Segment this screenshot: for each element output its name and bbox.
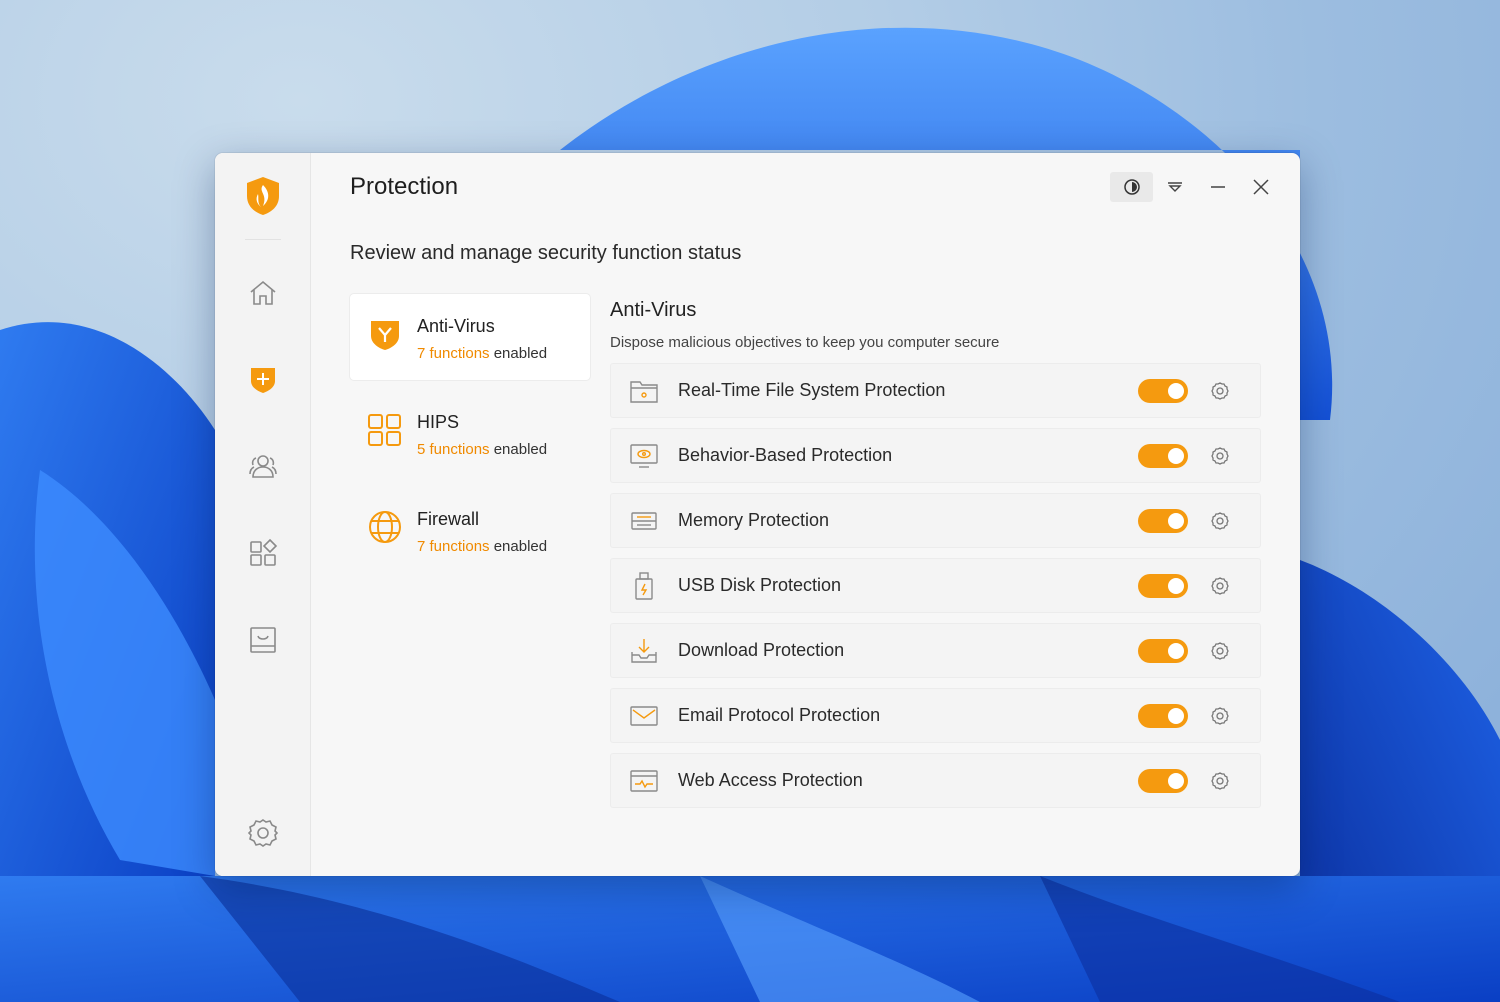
gear-icon[interactable] <box>1210 576 1230 596</box>
minimize-button[interactable] <box>1196 172 1239 202</box>
page-title: Protection <box>350 173 459 200</box>
category-count: 5 functions enabled <box>417 441 547 458</box>
category-count-suffix: enabled <box>493 345 548 362</box>
sidebar <box>215 153 311 876</box>
function-row-email: Email Protocol Protection <box>610 688 1261 743</box>
function-label: Behavior-Based Protection <box>678 445 893 465</box>
gear-icon[interactable] <box>1210 381 1230 401</box>
function-row-web: Web Access Protection <box>610 753 1261 808</box>
function-row-usb: USB Disk Protection <box>610 558 1261 613</box>
category-count-number: 7 functions <box>417 538 490 555</box>
sidebar-item-home[interactable] <box>243 273 283 313</box>
tray-icon <box>250 627 276 653</box>
gear-icon[interactable] <box>1210 706 1230 726</box>
category-name: Firewall <box>417 509 480 529</box>
toggle-knob <box>1168 513 1184 529</box>
toggle-knob <box>1168 773 1184 789</box>
toggle-knob <box>1168 383 1184 399</box>
download-protection-toggle[interactable] <box>1138 639 1188 663</box>
web-icon <box>630 770 658 792</box>
detail-description: Dispose malicious objectives to keep you… <box>610 334 1000 351</box>
firewall-globe-icon <box>369 511 401 543</box>
sidebar-item-settings[interactable] <box>243 813 283 853</box>
memory-protection-toggle[interactable] <box>1138 509 1188 533</box>
category-firewall[interactable]: Firewall 7 functions enabled <box>350 487 590 573</box>
gear-icon <box>247 819 279 847</box>
monitor-eye-icon <box>630 444 658 468</box>
usb-protection-toggle[interactable] <box>1138 574 1188 598</box>
behavior-protection-toggle[interactable] <box>1138 444 1188 468</box>
function-row-memory: Memory Protection <box>610 493 1261 548</box>
filter-icon <box>1167 182 1182 192</box>
antivirus-shield-icon <box>371 321 399 350</box>
shield-plus-icon <box>251 368 275 393</box>
email-icon <box>630 706 658 726</box>
apps-grid-icon <box>250 538 278 566</box>
hips-grid-icon <box>368 414 401 446</box>
category-count-number: 5 functions <box>417 441 490 458</box>
category-antivirus[interactable]: Anti-Virus 7 functions enabled <box>350 294 590 380</box>
email-protection-toggle[interactable] <box>1138 704 1188 728</box>
function-label: USB Disk Protection <box>678 575 842 595</box>
page-subtitle: Review and manage security function stat… <box>350 242 742 264</box>
window-controls <box>1110 172 1282 202</box>
category-count-suffix: enabled <box>493 441 548 458</box>
toggle-knob <box>1168 643 1184 659</box>
function-label: Web Access Protection <box>678 770 863 790</box>
toggle-knob <box>1168 708 1184 724</box>
function-label: Real-Time File System Protection <box>678 380 946 400</box>
minimize-icon <box>1210 186 1225 188</box>
close-button[interactable] <box>1239 172 1282 202</box>
users-icon <box>249 455 277 478</box>
function-row-behavior: Behavior-Based Protection <box>610 428 1261 483</box>
function-row-download: Download Protection <box>610 623 1261 678</box>
app-window: Protection Review and manage security fu… <box>215 153 1300 876</box>
toggle-knob <box>1168 578 1184 594</box>
contrast-icon <box>1123 179 1140 195</box>
realtime-protection-toggle[interactable] <box>1138 379 1188 403</box>
gear-icon[interactable] <box>1210 511 1230 531</box>
sidebar-separator <box>245 239 281 240</box>
sidebar-item-tray[interactable] <box>243 620 283 660</box>
usb-icon <box>635 572 653 600</box>
home-icon <box>250 280 276 305</box>
function-label: Email Protocol Protection <box>678 705 881 725</box>
gear-icon[interactable] <box>1210 771 1230 791</box>
download-icon <box>631 639 657 663</box>
sidebar-item-apps[interactable] <box>243 533 283 573</box>
category-name: Anti-Virus <box>417 316 495 336</box>
close-icon <box>1252 179 1269 195</box>
function-row-realtime: Real-Time File System Protection <box>610 363 1261 418</box>
sidebar-item-protection[interactable] <box>243 359 283 399</box>
folder-icon <box>630 381 658 403</box>
app-logo-icon <box>247 177 279 215</box>
memory-icon <box>631 512 657 530</box>
category-count: 7 functions enabled <box>417 538 547 555</box>
main-content: Protection Review and manage security fu… <box>311 153 1300 876</box>
category-hips[interactable]: HIPS 5 functions enabled <box>350 390 590 476</box>
category-count-number: 7 functions <box>417 345 490 362</box>
gear-icon[interactable] <box>1210 446 1230 466</box>
sidebar-item-users[interactable] <box>243 446 283 486</box>
function-label: Memory Protection <box>678 510 830 530</box>
theme-toggle-button[interactable] <box>1110 172 1153 202</box>
function-label: Download Protection <box>678 640 845 660</box>
web-protection-toggle[interactable] <box>1138 769 1188 793</box>
toggle-knob <box>1168 448 1184 464</box>
category-count: 7 functions enabled <box>417 345 547 362</box>
menu-button[interactable] <box>1153 172 1196 202</box>
category-count-suffix: enabled <box>493 538 548 555</box>
category-name: HIPS <box>417 412 460 432</box>
gear-icon[interactable] <box>1210 641 1230 661</box>
detail-title: Anti-Virus <box>610 299 697 321</box>
